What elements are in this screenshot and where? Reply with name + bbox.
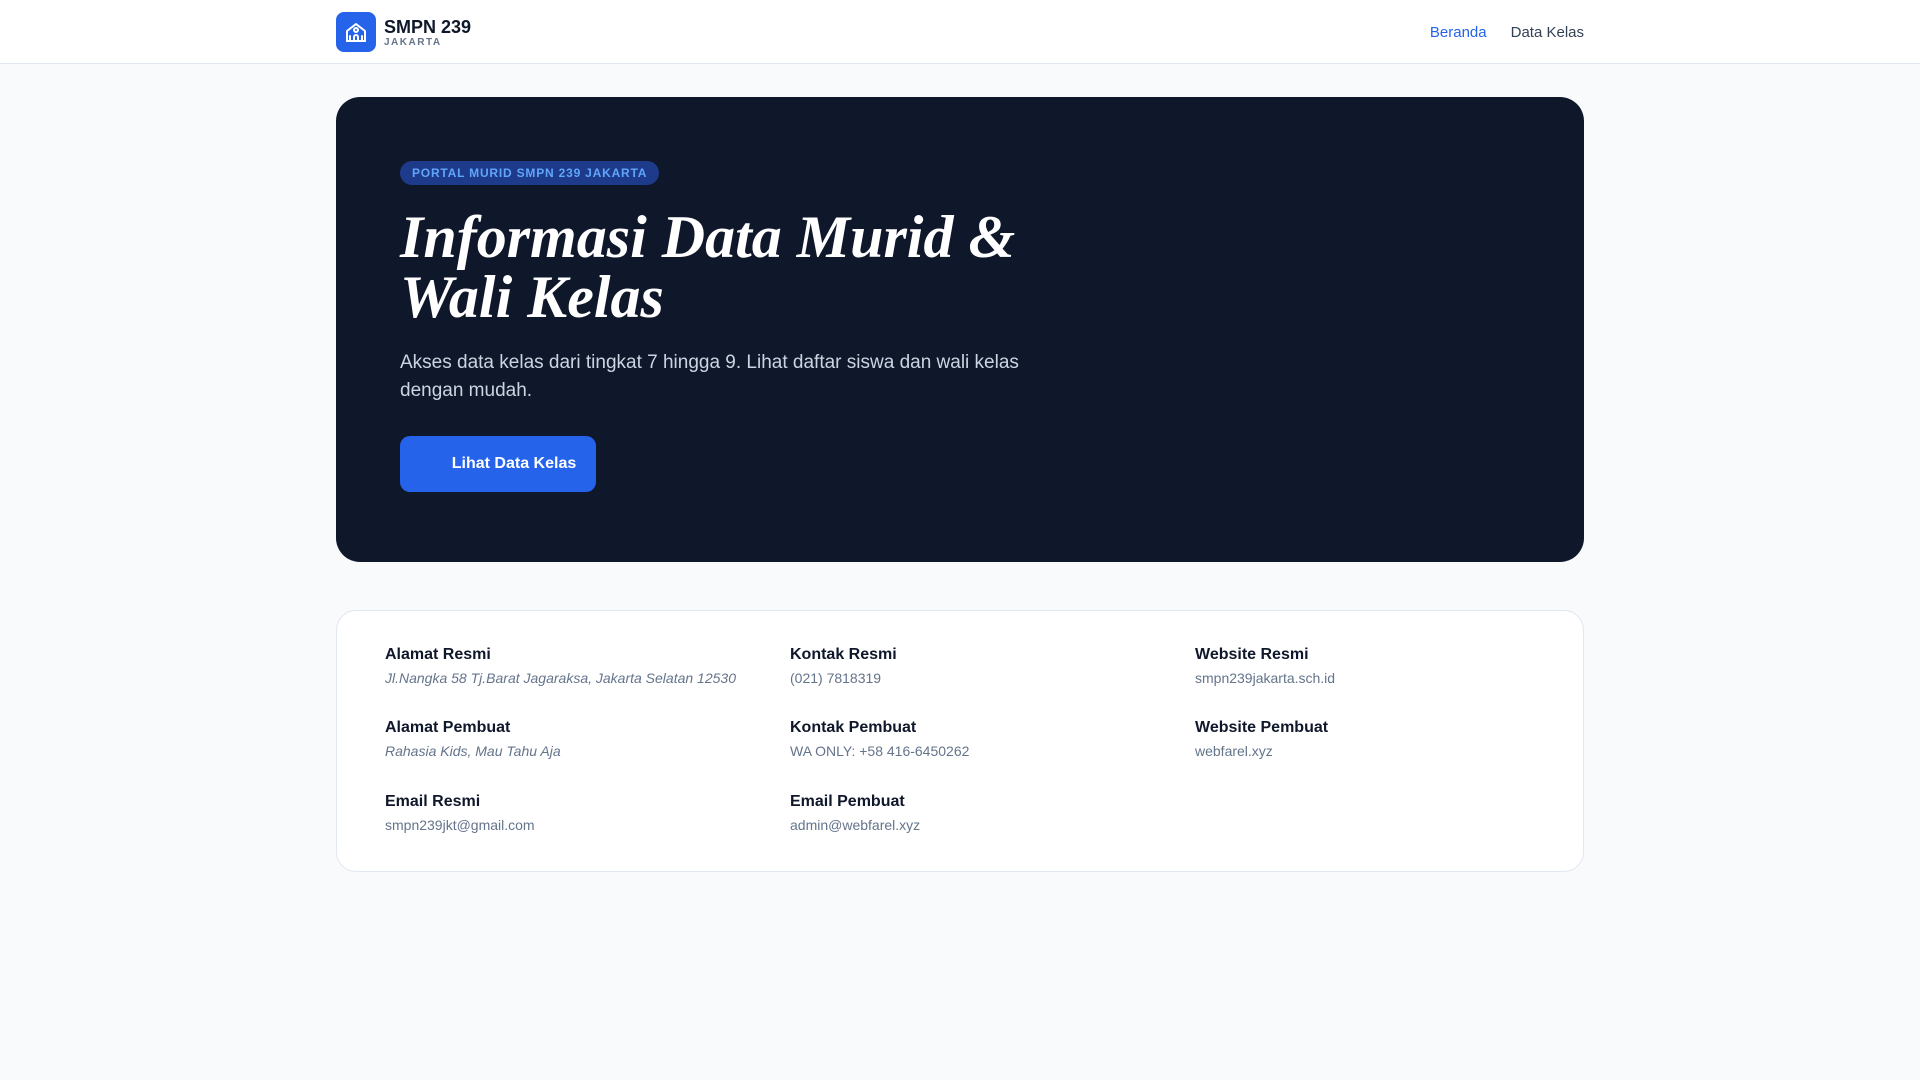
- info-value: (021) 7818319: [790, 670, 882, 686]
- info-value: WA ONLY: +58 416-6450262: [790, 743, 970, 760]
- info-label: Website Resmi: [1195, 646, 1309, 663]
- info-label: Email Resmi: [385, 792, 481, 810]
- brand-subtitle: JAKARTA: [384, 36, 442, 48]
- info-value: smpn239jakarta.sch.id: [1195, 670, 1336, 686]
- brand-title: SMPN 239: [384, 16, 472, 37]
- top-navbar: SMPN 239 JAKARTA Beranda Data Kelas: [0, 0, 1920, 64]
- school-icon: [336, 12, 376, 52]
- info-label: Kontak Pembuat: [790, 719, 917, 737]
- hero-badge: PORTAL MURID SMPN 239 JAKARTA: [400, 161, 660, 185]
- hero-title: Informasi Data Murid & Wali Kelas: [400, 204, 1016, 330]
- info-value: Rahasia Kids, Mau Tahu Aja: [385, 743, 561, 760]
- info-card: Alamat Resmi Jl.Nangka 58 Tj.Barat Jagara…: [336, 610, 1584, 872]
- info-item: Website Resmi smpn239jakarta.sch.id: [1195, 645, 1535, 690]
- info-label: Kontak Resmi: [790, 646, 897, 663]
- hero-description: Akses data kelas dari tingkat 7 hingga 9…: [400, 352, 1019, 401]
- nav-data-kelas[interactable]: Data Kelas: [1511, 24, 1584, 41]
- info-item: Alamat Pembuat Rahasia Kids, Mau Tahu Aja: [385, 718, 790, 763]
- info-value: Jl.Nangka 58 Tj.Barat Jagaraksa, Jakarta…: [385, 670, 736, 686]
- info-value: smpn239jkt@gmail.com: [385, 816, 535, 833]
- info-value: admin@webfarel.xyz: [790, 816, 921, 833]
- info-item: Website Pembuat webfarel.xyz: [1195, 718, 1535, 763]
- info-label: Website Pembuat: [1195, 719, 1329, 737]
- info-item: Kontak Resmi (021) 7818319: [790, 645, 1195, 690]
- info-item: Email Pembuat admin@webfarel.xyz: [790, 792, 1195, 837]
- info-label: Alamat Resmi: [385, 646, 491, 663]
- main-nav: Beranda Data Kelas: [1430, 24, 1584, 41]
- nav-beranda[interactable]: Beranda: [1430, 24, 1487, 41]
- info-label: Alamat Pembuat: [385, 719, 511, 737]
- brand[interactable]: SMPN 239 JAKARTA: [336, 12, 471, 52]
- info-item: Email Resmi smpn239jkt@gmail.com: [385, 792, 790, 837]
- info-item: Alamat Resmi Jl.Nangka 58 Tj.Barat Jagara…: [385, 645, 790, 690]
- info-value: webfarel.xyz: [1195, 743, 1273, 760]
- view-class-data-button[interactable]: Lihat Data Kelas: [400, 436, 596, 492]
- info-item: Kontak Pembuat WA ONLY: +58 416-6450262: [790, 718, 1195, 763]
- info-label: Email Pembuat: [790, 792, 905, 810]
- hero-section: PORTAL MURID SMPN 239 JAKARTA Informasi …: [336, 97, 1584, 562]
